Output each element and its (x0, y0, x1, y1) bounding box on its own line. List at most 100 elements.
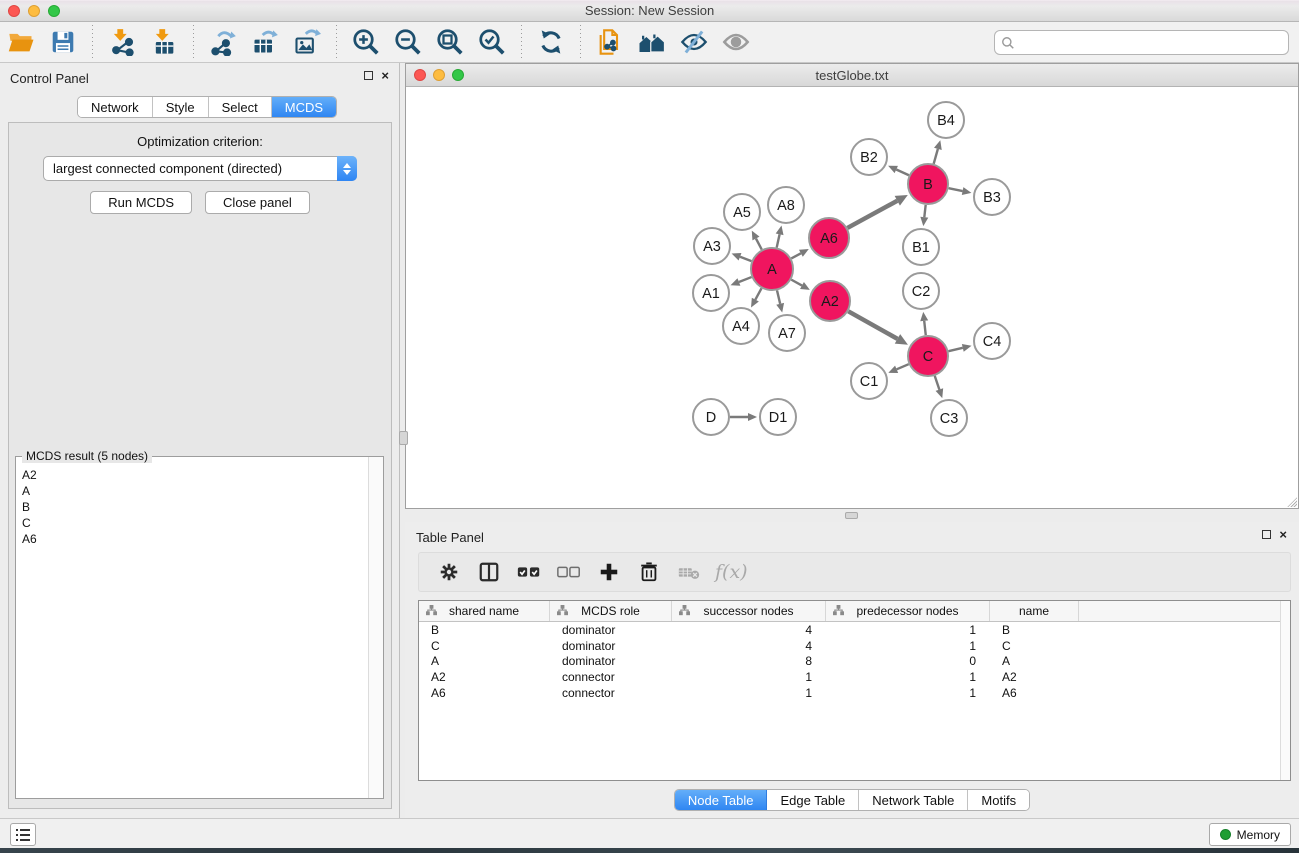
network-canvas[interactable]: AA1A2A3A4A5A6A7A8BB1B2B3B4CC1C2C3C4DD1 (407, 87, 1297, 507)
table-cell[interactable]: A2 (419, 670, 550, 684)
hide-graphics-details-icon[interactable] (679, 27, 709, 57)
tab-edge-table[interactable]: Edge Table (767, 790, 859, 810)
float-panel-icon[interactable] (364, 71, 373, 80)
select-all-columns-icon[interactable] (516, 559, 542, 585)
table-cell[interactable]: A2 (990, 670, 1079, 684)
table-cell[interactable]: 0 (826, 654, 990, 668)
splitter-handle-vertical[interactable] (399, 431, 408, 445)
tab-network[interactable]: Network (78, 97, 153, 117)
column-header-shared-name[interactable]: shared name (419, 601, 550, 621)
table-cell[interactable]: A (990, 654, 1079, 668)
column-header-predecessor-nodes[interactable]: predecessor nodes (826, 601, 990, 621)
import-network-icon[interactable] (107, 27, 137, 57)
export-table-icon[interactable] (250, 27, 280, 57)
add-column-icon[interactable] (596, 559, 622, 585)
import-table-icon[interactable] (149, 27, 179, 57)
table-row[interactable]: Bdominator41B (419, 622, 1280, 638)
graph-edge-A-A2[interactable] (791, 280, 802, 286)
table-cell[interactable]: 4 (672, 639, 826, 653)
graph-edge-A-A7[interactable] (777, 290, 780, 303)
tab-motifs[interactable]: Motifs (968, 790, 1029, 810)
tab-mcds[interactable]: MCDS (272, 97, 336, 117)
graph-edge-C-C1[interactable] (897, 364, 909, 369)
column-browser-icon[interactable] (476, 559, 502, 585)
graph-edge-B-B2[interactable] (896, 169, 909, 175)
home-icon[interactable] (637, 27, 667, 57)
table-cell[interactable]: B (990, 623, 1079, 637)
table-row[interactable]: A2connector11A2 (419, 669, 1280, 685)
tab-node-table[interactable]: Node Table (675, 790, 768, 810)
table-cell[interactable]: 1 (826, 623, 990, 637)
show-graphics-details-icon[interactable] (721, 27, 751, 57)
table-cell[interactable]: dominator (550, 623, 672, 637)
result-list-item[interactable]: A2 (22, 467, 368, 483)
column-header-name[interactable]: name (990, 601, 1079, 621)
graph-edge-A-A3[interactable] (740, 257, 751, 261)
mcds-result-list[interactable]: A2ABCA6 (16, 461, 368, 798)
graph-edge-A2-C[interactable] (848, 311, 897, 339)
memory-button[interactable]: Memory (1209, 823, 1291, 846)
criterion-dropdown[interactable]: largest connected component (directed) (43, 156, 357, 181)
table-cell[interactable]: dominator (550, 639, 672, 653)
search-box[interactable] (994, 30, 1289, 55)
deselect-all-columns-icon[interactable] (556, 559, 582, 585)
tab-network-table[interactable]: Network Table (859, 790, 968, 810)
graph-edge-A-A6[interactable] (791, 253, 801, 258)
graph-edge-A-A5[interactable] (756, 239, 762, 250)
tab-style[interactable]: Style (153, 97, 209, 117)
close-panel-icon[interactable]: × (381, 70, 389, 81)
table-cell[interactable]: 8 (672, 654, 826, 668)
graph-edge-B-B1[interactable] (924, 205, 925, 217)
zoom-selected-icon[interactable] (477, 27, 507, 57)
table-cell[interactable]: A6 (419, 686, 550, 700)
table-close-panel-icon[interactable]: × (1279, 529, 1287, 540)
graph-edge-B-B3[interactable] (949, 188, 963, 191)
column-header-successor-nodes[interactable]: successor nodes (672, 601, 826, 621)
table-scrollbar[interactable] (1280, 601, 1290, 780)
delete-table-icon[interactable] (676, 559, 702, 585)
result-scrollbar[interactable] (368, 457, 383, 798)
result-list-item[interactable]: B (22, 499, 368, 515)
graph-edge-C-C3[interactable] (935, 376, 940, 390)
graph-edge-C-C4[interactable] (948, 348, 962, 351)
refresh-icon[interactable] (536, 27, 566, 57)
graph-edge-B-B4[interactable] (934, 149, 938, 164)
clone-network-icon[interactable] (595, 27, 625, 57)
search-input[interactable] (1015, 36, 1288, 50)
zoom-fit-icon[interactable] (435, 27, 465, 57)
table-cell[interactable]: 1 (826, 670, 990, 684)
table-cell[interactable]: A (419, 654, 550, 668)
table-cell[interactable]: B (419, 623, 550, 637)
table-cell[interactable]: 4 (672, 623, 826, 637)
column-header-MCDS-role[interactable]: MCDS role (550, 601, 672, 621)
run-mcds-button[interactable]: Run MCDS (90, 191, 192, 214)
result-list-item[interactable]: A6 (22, 531, 368, 547)
table-cell[interactable]: C (990, 639, 1079, 653)
zoom-in-icon[interactable] (351, 27, 381, 57)
table-cell[interactable]: C (419, 639, 550, 653)
table-row[interactable]: Cdominator41C (419, 638, 1280, 654)
export-image-icon[interactable] (292, 27, 322, 57)
graph-edge-A-A8[interactable] (777, 234, 780, 247)
graph-edge-A-A1[interactable] (739, 277, 752, 282)
close-panel-button[interactable]: Close panel (205, 191, 310, 214)
table-row[interactable]: Adominator80A (419, 653, 1280, 669)
table-cell[interactable]: connector (550, 670, 672, 684)
zoom-out-icon[interactable] (393, 27, 423, 57)
open-file-icon[interactable] (6, 27, 36, 57)
graph-edge-A6-B[interactable] (847, 201, 897, 228)
table-cell[interactable]: 1 (826, 686, 990, 700)
tab-select[interactable]: Select (209, 97, 272, 117)
delete-column-icon[interactable] (636, 559, 662, 585)
table-cell[interactable]: 1 (672, 670, 826, 684)
table-row[interactable]: A6connector11A6 (419, 685, 1280, 701)
table-options-icon[interactable] (436, 559, 462, 585)
graph-edge-C-C2[interactable] (924, 321, 926, 335)
result-list-item[interactable]: C (22, 515, 368, 531)
task-history-button[interactable] (10, 823, 36, 846)
result-list-item[interactable]: A (22, 483, 368, 499)
splitter-handle-horizontal[interactable] (845, 512, 858, 519)
table-cell[interactable]: 1 (672, 686, 826, 700)
table-cell[interactable]: connector (550, 686, 672, 700)
table-cell[interactable]: 1 (826, 639, 990, 653)
